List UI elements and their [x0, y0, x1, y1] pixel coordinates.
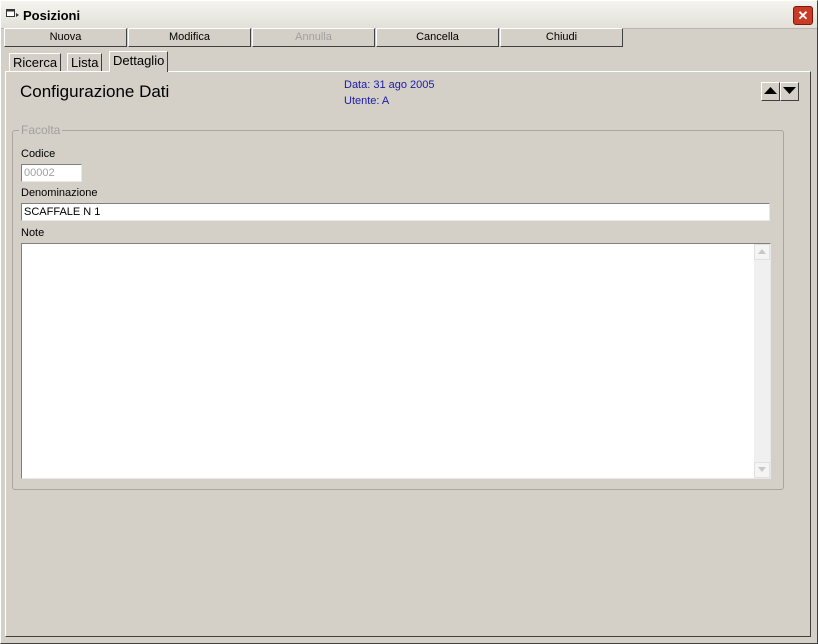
toolbar: Nuova Modifica Annulla Cancella Chiudi: [4, 28, 814, 47]
user-label: Utente: A: [344, 95, 390, 107]
groupbox-legend: Facolta: [19, 123, 63, 137]
tab-ricerca[interactable]: Ricerca: [9, 53, 62, 72]
title-bar[interactable]: Posizioni ✕: [1, 1, 817, 29]
arrow-down-icon: [783, 87, 796, 94]
tab-lista[interactable]: Lista: [67, 53, 103, 72]
application-window: Posizioni ✕ Nuova Modifica Annulla Cance…: [0, 0, 818, 644]
nuova-button[interactable]: Nuova: [4, 28, 127, 47]
scroll-up-button[interactable]: [754, 244, 770, 260]
denominazione-label: Denominazione: [21, 187, 98, 199]
close-icon: ✕: [797, 8, 809, 23]
annulla-button[interactable]: Annulla: [252, 28, 375, 47]
cancella-button[interactable]: Cancella: [376, 28, 499, 47]
facolta-groupbox: Facolta Codice 00002 Denominazione SCAFF…: [12, 123, 784, 490]
chiudi-button[interactable]: Chiudi: [500, 28, 623, 47]
window-title: Posizioni: [23, 8, 81, 23]
modifica-button[interactable]: Modifica: [128, 28, 251, 47]
window-icon: [6, 9, 19, 17]
note-label: Note: [21, 227, 45, 239]
close-button[interactable]: ✕: [793, 6, 813, 25]
date-label: Data: 31 ago 2005: [344, 79, 435, 91]
scroll-up-icon: [758, 249, 766, 254]
note-scrollbar[interactable]: [754, 244, 770, 478]
page-title: Configurazione Dati: [20, 82, 170, 101]
scroll-down-icon: [758, 467, 766, 472]
codice-label: Codice: [21, 148, 56, 160]
denominazione-field[interactable]: SCAFFALE N 1: [21, 203, 770, 221]
codice-field[interactable]: 00002: [21, 164, 82, 182]
scroll-down-button[interactable]: [754, 462, 770, 478]
tab-dettaglio[interactable]: Dettaglio: [109, 51, 169, 72]
previous-record-button[interactable]: [761, 82, 780, 101]
next-record-button[interactable]: [780, 82, 799, 101]
tab-panel-dettaglio: Configurazione Dati Data: 31 ago 2005 Ut…: [5, 71, 811, 637]
arrow-up-icon: [764, 87, 777, 94]
note-textarea[interactable]: [21, 243, 771, 479]
